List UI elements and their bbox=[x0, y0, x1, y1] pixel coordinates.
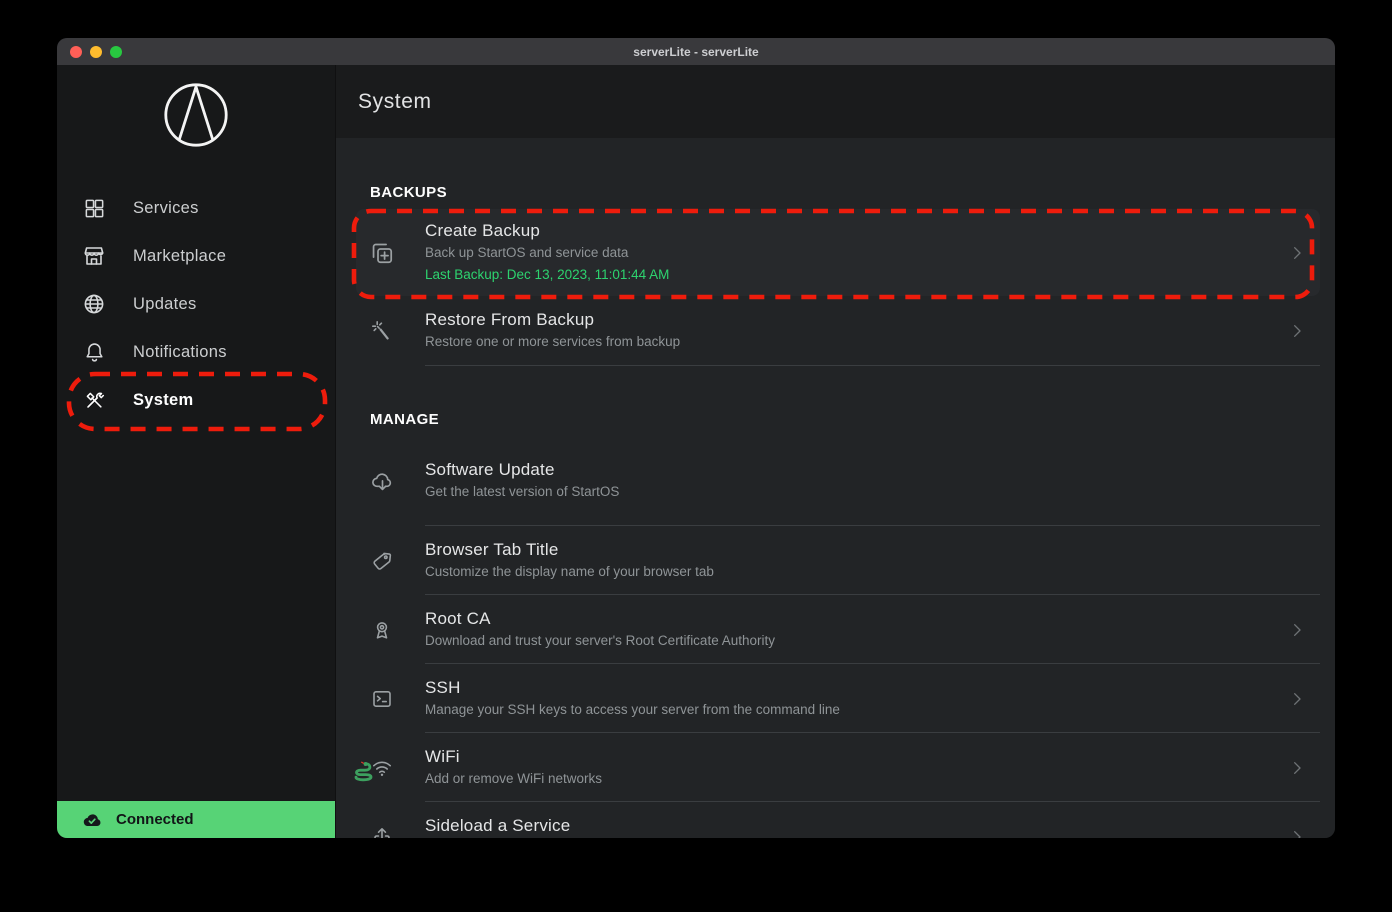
list-item-text: Create BackupBack up StartOS and service… bbox=[425, 220, 669, 286]
section-heading-backups: BACKUPS bbox=[370, 184, 1320, 201]
row-divider bbox=[425, 365, 1320, 366]
terminal-icon bbox=[356, 687, 408, 711]
list-item-text: Restore From BackupRestore one or more s… bbox=[425, 309, 680, 353]
connection-status: Connected bbox=[57, 801, 335, 838]
sidebar-item-label: Updates bbox=[133, 295, 197, 314]
sidebar-item-services[interactable]: Services bbox=[57, 184, 335, 232]
list-item-subtitle: Download and trust your server's Root Ce… bbox=[425, 630, 775, 652]
chevron-right-icon bbox=[1287, 321, 1307, 341]
list-item-subtitle: Get the latest version of StartOS bbox=[425, 481, 619, 503]
list-item-ssh[interactable]: SSHManage your SSH keys to access your s… bbox=[356, 664, 1320, 733]
list-item-text: SSHManage your SSH keys to access your s… bbox=[425, 677, 840, 721]
list-item-software-update[interactable]: Software UpdateGet the latest version of… bbox=[356, 436, 1320, 526]
status-badge: Connected bbox=[116, 811, 194, 828]
list-item-subtitle: Manage your SSH keys to access your serv… bbox=[425, 699, 840, 721]
start9-logo bbox=[57, 81, 335, 149]
list-item-text: Root CADownload and trust your server's … bbox=[425, 608, 775, 652]
storefront-icon bbox=[82, 244, 106, 268]
list-item-title: WiFi bbox=[425, 746, 602, 768]
list-item-subtitle: Manually install a service bbox=[425, 837, 575, 839]
sidebar-item-system[interactable]: System bbox=[57, 376, 335, 424]
list-item-wifi[interactable]: WiFiAdd or remove WiFi networks bbox=[356, 733, 1320, 802]
grid-icon bbox=[82, 196, 106, 220]
list-item-sideload-a-service[interactable]: Sideload a ServiceManually install a ser… bbox=[356, 802, 1320, 838]
sidebar: Services Marketplace Updates Notifications S… bbox=[57, 65, 335, 838]
chevron-right-icon bbox=[1287, 758, 1307, 778]
chevron-right-icon bbox=[1287, 689, 1307, 709]
list-item-title: Software Update bbox=[425, 459, 619, 481]
list-item-title: SSH bbox=[425, 677, 840, 699]
sidebar-item-updates[interactable]: Updates bbox=[57, 280, 335, 328]
sidebar-item-label: Marketplace bbox=[133, 247, 226, 266]
content-pane: System BACKUPS Create BackupBack up Start… bbox=[335, 65, 1335, 838]
list-item-subtitle: Back up StartOS and service data bbox=[425, 242, 669, 264]
list-item-title: Root CA bbox=[425, 608, 775, 630]
globe-icon bbox=[82, 292, 106, 316]
window-title: serverLite - serverLite bbox=[57, 45, 1335, 59]
list-item-text: WiFiAdd or remove WiFi networks bbox=[425, 746, 602, 790]
list-item-subtitle: Add or remove WiFi networks bbox=[425, 768, 602, 790]
list-item-root-ca[interactable]: Root CADownload and trust your server's … bbox=[356, 595, 1320, 664]
sidebar-item-label: Notifications bbox=[133, 343, 227, 362]
chevron-right-icon bbox=[1287, 620, 1307, 640]
screen: serverLite - serverLite Services Marketpl… bbox=[0, 0, 1392, 912]
list-item-text: Browser Tab TitleCustomize the display n… bbox=[425, 539, 714, 583]
list-item-title: Browser Tab Title bbox=[425, 539, 714, 561]
sidebar-item-label: System bbox=[133, 391, 194, 410]
chevron-right-icon bbox=[1287, 243, 1307, 263]
sideload-icon bbox=[356, 825, 408, 839]
cloud-check-icon bbox=[80, 808, 104, 832]
sidebar-nav: Services Marketplace Updates Notifications S… bbox=[57, 184, 335, 424]
list-item-title: Sideload a Service bbox=[425, 815, 575, 837]
list-item-browser-tab-title[interactable]: Browser Tab TitleCustomize the display n… bbox=[356, 526, 1320, 595]
wifi-icon bbox=[356, 756, 408, 780]
bell-icon bbox=[82, 340, 106, 364]
last-backup-timestamp: Last Backup: Dec 13, 2023, 11:01:44 AM bbox=[425, 264, 669, 286]
list-item-subtitle: Customize the display name of your brows… bbox=[425, 561, 714, 583]
magic-wand-icon bbox=[356, 319, 408, 343]
tools-icon bbox=[82, 388, 106, 412]
list-item-title: Restore From Backup bbox=[425, 309, 680, 331]
duplicate-plus-icon bbox=[356, 240, 408, 266]
app-window: serverLite - serverLite Services Marketpl… bbox=[57, 38, 1335, 838]
sidebar-item-marketplace[interactable]: Marketplace bbox=[57, 232, 335, 280]
page-title: System bbox=[358, 90, 432, 114]
cloud-download-icon bbox=[356, 469, 408, 494]
sidebar-item-label: Services bbox=[133, 199, 199, 218]
list-item-subtitle: Restore one or more services from backup bbox=[425, 331, 680, 353]
list-item-title: Create Backup bbox=[425, 220, 669, 242]
content-header: System bbox=[336, 65, 1335, 138]
chevron-right-icon bbox=[1287, 827, 1307, 839]
ribbon-icon bbox=[356, 618, 408, 642]
titlebar: serverLite - serverLite bbox=[57, 38, 1335, 65]
list-item-text: Sideload a ServiceManually install a ser… bbox=[425, 815, 575, 839]
section-heading-manage: MANAGE bbox=[370, 411, 1320, 428]
list-item-text: Software UpdateGet the latest version of… bbox=[425, 459, 619, 503]
sidebar-item-notifications[interactable]: Notifications bbox=[57, 328, 335, 376]
settings-list: BACKUPS Create BackupBack up StartOS and … bbox=[336, 138, 1335, 838]
pricetag-icon bbox=[356, 549, 408, 573]
list-item-create-backup[interactable]: Create BackupBack up StartOS and service… bbox=[356, 209, 1320, 296]
list-item-restore-from-backup[interactable]: Restore From BackupRestore one or more s… bbox=[356, 296, 1320, 366]
